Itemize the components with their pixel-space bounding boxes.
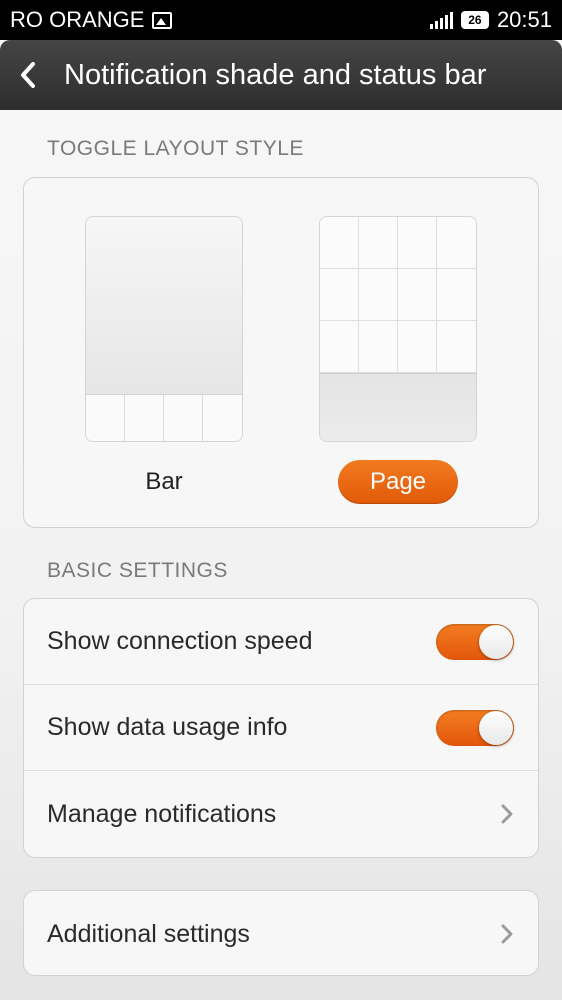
chevron-right-icon <box>501 924 513 944</box>
setting-row-connection-speed[interactable]: Show connection speed <box>24 599 538 685</box>
image-notification-icon <box>152 11 173 29</box>
bar-option-button[interactable]: Bar <box>104 460 224 504</box>
setting-label: Additional settings <box>47 919 250 948</box>
chevron-left-icon <box>21 62 35 88</box>
toggle-knob <box>479 624 513 659</box>
setting-label: Show data usage info <box>47 713 288 741</box>
setting-row-manage-notifications[interactable]: Manage notifications <box>24 771 538 857</box>
data-usage-toggle[interactable] <box>436 709 514 746</box>
battery-level: 26 <box>468 13 482 27</box>
page-title: Notification shade and status bar <box>64 58 487 91</box>
bar-preview-toggles <box>86 394 242 441</box>
basic-settings-card: Show connection speed Show data usage in… <box>23 598 539 858</box>
toggle-knob <box>479 710 513 745</box>
signal-strength-icon <box>429 11 453 29</box>
setting-row-additional-settings[interactable]: Additional settings <box>24 891 538 977</box>
clock: 20:51 <box>496 7 552 32</box>
back-button[interactable] <box>0 40 56 110</box>
section-header-toggle-layout: TOGGLE LAYOUT STYLE <box>47 137 304 160</box>
status-left: RO ORANGE <box>10 7 173 33</box>
status-right: 26 20:51 <box>429 7 552 33</box>
setting-label: Manage notifications <box>47 799 277 828</box>
page-preview-shade <box>320 373 476 441</box>
additional-settings-card: Additional settings <box>23 890 539 976</box>
status-bar: RO ORANGE 26 20:51 <box>0 0 562 40</box>
carrier-name: RO ORANGE <box>10 7 145 32</box>
page-preview-grid <box>320 217 476 373</box>
bar-preview-shade <box>86 217 242 394</box>
page-layout-preview[interactable] <box>319 216 477 442</box>
setting-row-data-usage[interactable]: Show data usage info <box>24 685 538 771</box>
connection-speed-toggle[interactable] <box>436 623 514 660</box>
action-bar: Notification shade and status bar <box>0 40 562 110</box>
layout-style-card: Bar Page <box>23 177 539 528</box>
page-option-button[interactable]: Page <box>338 460 458 504</box>
setting-label: Show connection speed <box>47 627 313 655</box>
bar-layout-preview[interactable] <box>85 216 243 442</box>
section-header-basic-settings: BASIC SETTINGS <box>47 559 228 582</box>
battery-icon: 26 <box>460 11 489 29</box>
chevron-right-icon <box>501 804 513 824</box>
